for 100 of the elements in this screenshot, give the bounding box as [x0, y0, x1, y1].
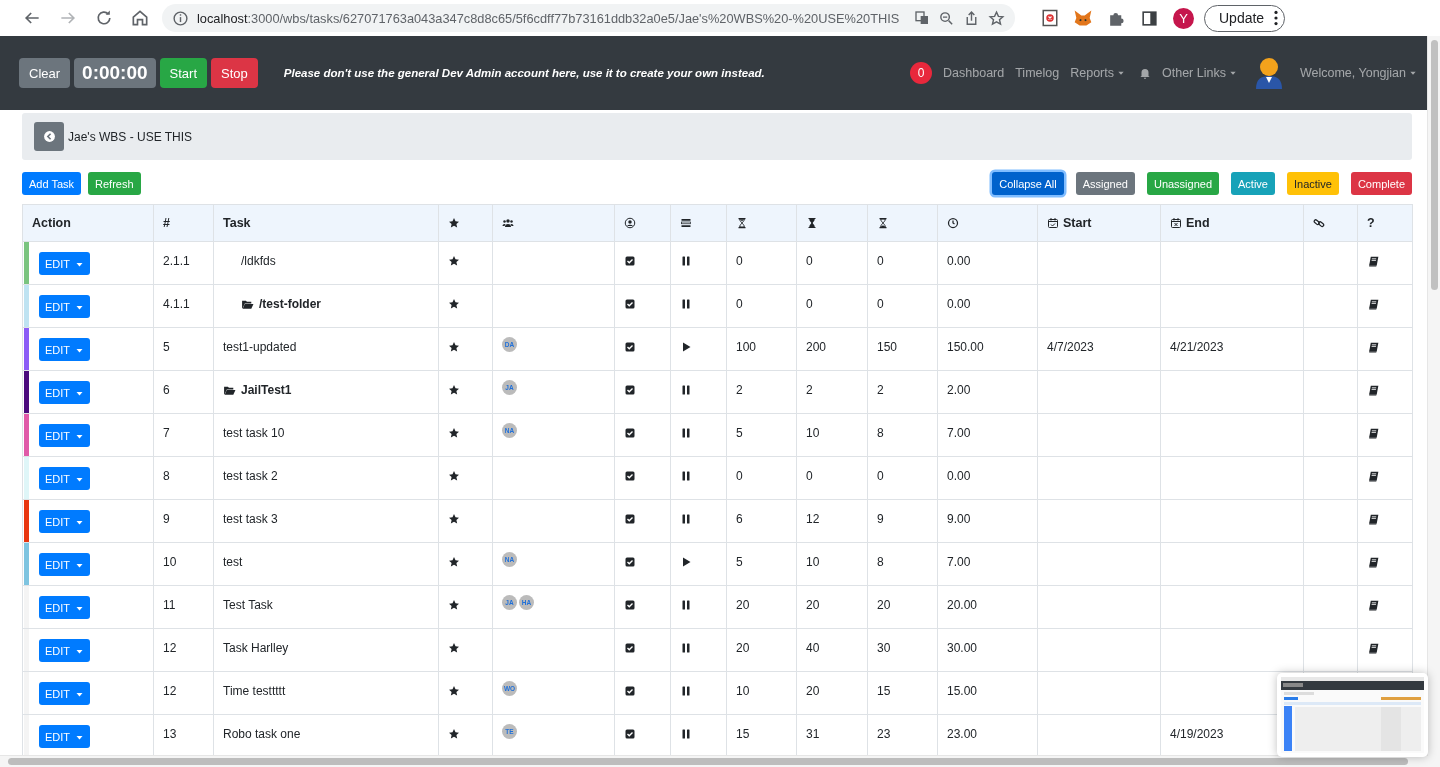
url-text: localhost:3000/wbs/tasks/627071763a043a347c8d8c65/5f6cdff77b73161ddb32a0e5/Jae's%20WBS%20-%20USE%20THIS [197, 10, 900, 26]
star-icon [448, 341, 460, 353]
filter-button[interactable]: Complete [1350, 172, 1412, 195]
filter-button[interactable]: Inactive [1287, 172, 1339, 195]
table-cell: 4.1.1 [163, 297, 190, 311]
back-button[interactable] [34, 122, 64, 151]
fox-extension-icon[interactable] [1073, 8, 1093, 28]
star-icon [448, 427, 460, 439]
table-cell: 10 [736, 684, 750, 698]
table-cell: 0 [877, 469, 884, 483]
edit-button[interactable]: EDIT [39, 682, 90, 705]
filter-button[interactable]: Collapse All [992, 172, 1064, 195]
table-cell: 31 [806, 727, 820, 741]
table-cell: 20.00 [947, 598, 978, 612]
action-button[interactable]: Refresh [88, 172, 141, 195]
stop-button[interactable]: Stop [211, 58, 258, 88]
horizontal-scrollbar[interactable] [8, 758, 1408, 765]
table-cell: 9 [877, 512, 884, 526]
user-avatar-icon[interactable] [1253, 57, 1284, 89]
chevron-left-icon [42, 130, 56, 143]
clear-button[interactable]: Clear [19, 58, 71, 88]
link-icon [1313, 217, 1325, 229]
caret-icon [1228, 69, 1237, 77]
table-cell: 5 [736, 426, 743, 440]
table-cell: 0 [806, 297, 813, 311]
table-cell: 0 [806, 469, 813, 483]
edit-button[interactable]: EDIT [39, 467, 90, 490]
table-cell: 13 [163, 727, 177, 741]
table-cell: 10 [163, 555, 177, 569]
reload-button[interactable] [94, 8, 114, 28]
extension-icon[interactable] [1041, 9, 1059, 27]
address-bar[interactable]: localhost:3000/wbs/tasks/627071763a043a347c8d8c65/5f6cdff77b73161ddb32a0e5/Jae's%20WBS%20-%20USE%20THIS [162, 4, 1015, 32]
task-name: Test Task [223, 598, 273, 612]
home-icon [130, 8, 150, 28]
edit-button[interactable]: EDIT [39, 596, 90, 619]
task-name: test [223, 555, 243, 569]
info-icon [172, 9, 189, 27]
table-cell: 12 [806, 512, 820, 526]
edit-button[interactable]: EDIT [39, 553, 90, 576]
edit-button[interactable]: EDIT [39, 338, 90, 361]
bell-icon [1138, 66, 1152, 80]
table-cell: 4/7/2023 [1047, 340, 1094, 354]
profile-avatar[interactable]: Y [1173, 7, 1194, 29]
table-cell: 11 [163, 598, 176, 612]
nav-link[interactable]: Dashboard [943, 66, 1005, 80]
table-cell: 5 [736, 555, 743, 569]
start-button[interactable]: Start [159, 58, 208, 88]
edit-button[interactable]: EDIT [39, 424, 90, 447]
edit-button[interactable]: EDIT [39, 295, 90, 318]
table-cell: 0 [736, 469, 743, 483]
nav-dropdown[interactable]: Reports [1070, 66, 1125, 80]
table-cell: 2 [877, 383, 884, 397]
caret-icon [1409, 69, 1417, 77]
action-button[interactable]: Add Task [22, 172, 82, 195]
column-header: End [1186, 216, 1210, 230]
translate-icon [914, 10, 930, 26]
table-cell: 15 [877, 684, 891, 698]
edit-button[interactable]: EDIT [39, 252, 90, 275]
table-cell: 4/19/2023 [1170, 727, 1224, 741]
task-name: test1-updated [223, 340, 297, 354]
clock-icon [947, 217, 959, 229]
star-icon [448, 470, 460, 482]
notification-badge[interactable]: 0 [910, 62, 933, 84]
home-button[interactable] [130, 8, 150, 28]
filter-button[interactable]: Unassigned [1146, 172, 1220, 195]
column-header: ? [1367, 216, 1376, 230]
table-cell: 15 [736, 727, 750, 741]
column-header: Action [32, 216, 72, 230]
table-cell: 2.1.1 [163, 254, 190, 268]
table-cell: 100 [736, 340, 757, 354]
table-cell: 2 [736, 383, 743, 397]
edit-button[interactable]: EDIT [39, 639, 90, 662]
table-cell: 0.00 [947, 254, 971, 268]
timer-display: 0:00:00 [74, 58, 156, 88]
folder-icon [241, 298, 254, 311]
star-icon [448, 685, 460, 697]
star-icon [448, 384, 460, 396]
list-icon [680, 217, 692, 229]
edit-button[interactable]: EDIT [39, 725, 90, 748]
update-button[interactable]: Update [1204, 4, 1286, 32]
task-name: JailTest1 [241, 383, 292, 397]
task-name: test task 10 [223, 426, 285, 440]
table-cell: 9 [163, 512, 170, 526]
edit-button[interactable]: EDIT [39, 381, 90, 404]
nav-link[interactable]: Timelog [1015, 66, 1060, 80]
vertical-scrollbar[interactable] [1431, 40, 1438, 290]
table-cell: 12 [163, 641, 177, 655]
star-icon [448, 642, 460, 654]
edit-button[interactable]: EDIT [39, 510, 90, 533]
filter-button[interactable]: Active [1231, 172, 1275, 195]
column-header: # [163, 216, 171, 230]
table-cell: 10 [806, 426, 820, 440]
table-cell: 0.00 [947, 469, 971, 483]
nav-dropdown[interactable]: Welcome, Yongjian [1299, 66, 1417, 80]
calendar-x-icon [1170, 217, 1182, 229]
table-cell: 20 [806, 684, 820, 698]
table-cell: 0 [877, 297, 884, 311]
filter-button[interactable]: Assigned [1075, 172, 1135, 195]
nav-dropdown[interactable]: Other Links [1162, 66, 1237, 80]
table-cell: 4/21/2023 [1170, 340, 1224, 354]
